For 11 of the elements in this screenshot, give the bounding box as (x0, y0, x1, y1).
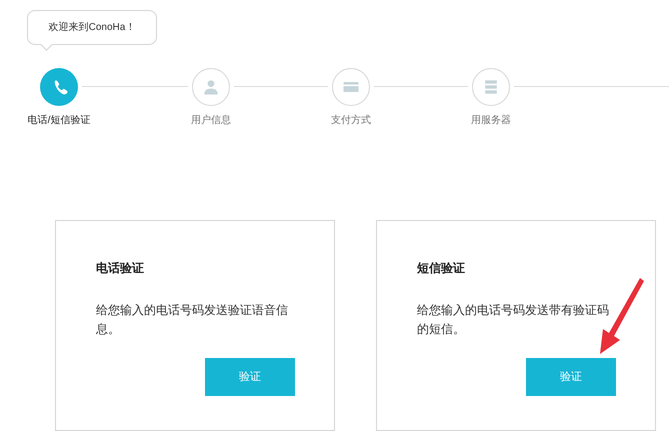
step-label: 电话/短信验证 (28, 114, 90, 128)
card-description: 给您输入的电话号码发送验证语音信息。 (96, 302, 289, 338)
step-label: 用户信息 (191, 114, 231, 128)
verify-button[interactable]: 验证 (205, 358, 295, 396)
step-label: 支付方式 (331, 114, 371, 128)
welcome-tooltip: 欢迎来到ConoHa！ (27, 10, 157, 52)
card-title: 电话验证 (96, 260, 145, 277)
verify-button[interactable]: 验证 (526, 358, 616, 396)
card-title: 短信验证 (417, 260, 466, 277)
step-label: 用服务器 (471, 114, 511, 128)
card-description: 给您输入的电话号码发送带有验证码的短信。 (417, 302, 610, 338)
